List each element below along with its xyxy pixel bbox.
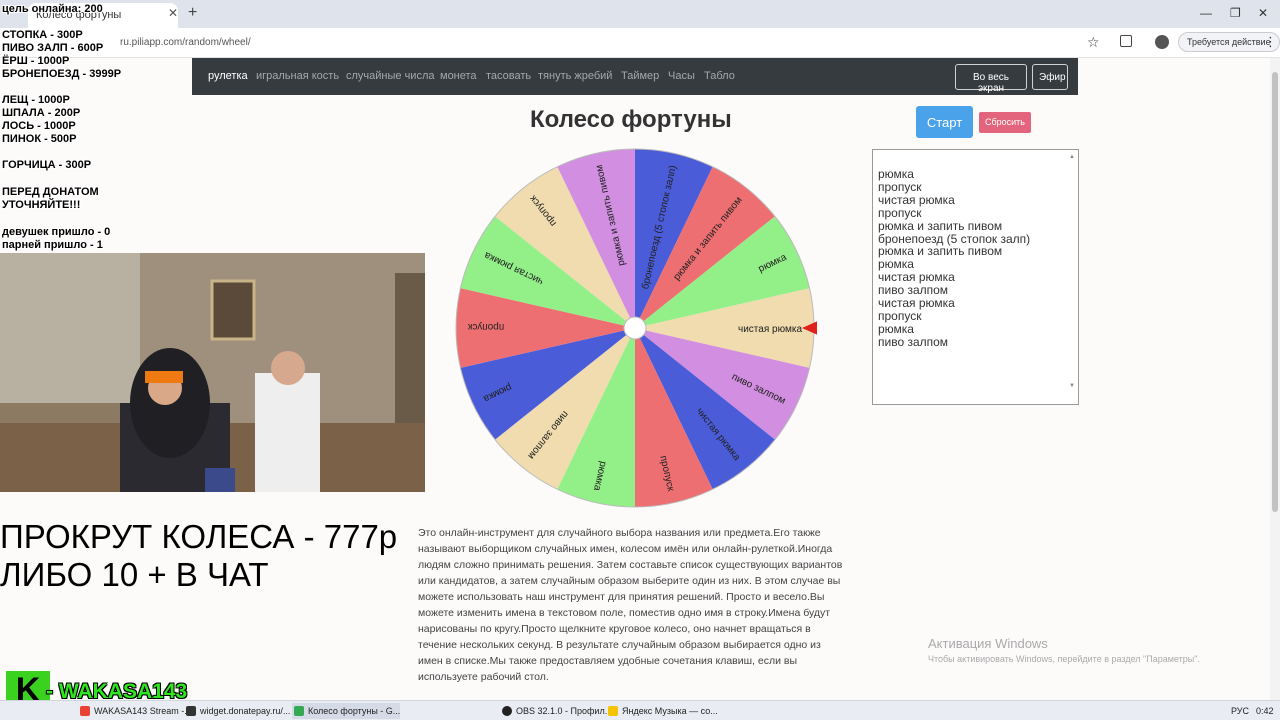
webcam-feed — [0, 253, 425, 492]
overlay-warning-1: ПЕРЕД ДОНАТОМ — [2, 186, 99, 198]
bookmark-star-icon[interactable]: ☆ — [1087, 34, 1100, 51]
live-button[interactable]: Эфир — [1032, 64, 1068, 90]
clock[interactable]: 0:42 — [1256, 706, 1274, 716]
obs-icon — [502, 706, 512, 716]
overlay-price-7: ЛОСЬ - 1000Р — [2, 120, 76, 132]
overlay-price-5: ЛЕЩ - 1000Р — [2, 94, 70, 106]
activation-text: Чтобы активировать Windows, перейдите в … — [928, 654, 1200, 664]
nav-item-clock[interactable]: Часы — [668, 70, 695, 82]
windows-activation-watermark: Активация Windows Чтобы активировать Win… — [928, 636, 1200, 664]
restore-icon[interactable]: ❐ — [1230, 6, 1241, 20]
yandex-music-icon — [608, 706, 618, 716]
nav-item-timer[interactable]: Таймер — [621, 70, 659, 82]
promo-line-2: ЛИБО 10 + В ЧАТ — [0, 556, 269, 593]
overlay-price-1: СТОПКА - 300Р — [2, 29, 83, 41]
names-list-line: пропуск — [878, 179, 922, 194]
names-list-line: рюмка — [878, 167, 914, 181]
scroll-down-icon[interactable]: ▼ — [1069, 380, 1075, 393]
nav-item-scoreboard[interactable]: Табло — [704, 70, 735, 82]
donatepay-icon — [186, 706, 196, 716]
chrome-icon — [80, 706, 90, 716]
overlay-goal: цель онлайна: 200 — [2, 3, 103, 15]
wheel-segment-label: чистая рюмка — [738, 324, 802, 335]
browser-menu-icon[interactable]: ⋮ — [1264, 34, 1277, 50]
wheel-hub — [623, 316, 647, 340]
start-button[interactable]: Старт — [916, 106, 973, 138]
description-text: Это онлайн-инструмент для случайного выб… — [418, 527, 843, 683]
names-list-line: рюмка и запить пивом — [878, 218, 1003, 233]
extensions-icon[interactable] — [1120, 35, 1132, 47]
textarea-scrollbar[interactable]: ▲ ▼ — [1068, 151, 1077, 403]
new-tab-icon[interactable]: + — [188, 4, 197, 22]
nav-item-random-numbers[interactable]: случайные числа — [346, 70, 434, 82]
overlay-price-4: БРОНЕПОЕЗД - 3999Р — [2, 68, 122, 80]
language-indicator[interactable]: РУС — [1231, 706, 1249, 716]
names-list-line: чистая рюмка — [878, 192, 955, 207]
nav-item-draw-lots[interactable]: тянуть жребий — [538, 70, 612, 82]
taskbar-item-wheel[interactable]: Колесо фортуны - G... — [292, 703, 401, 719]
chrome-icon — [294, 706, 304, 716]
fortune-wheel[interactable]: чистая рюмкапиво залпомчистая рюмкапропу… — [455, 147, 817, 509]
taskbar-item-donatepay[interactable]: widget.donatepay.ru/... — [184, 703, 290, 719]
minimize-icon[interactable]: — — [1200, 6, 1212, 20]
nav-item-roulette[interactable]: рулетка — [208, 70, 248, 82]
overlay-mustard: ГОРЧИЦА - 300Р — [2, 159, 92, 171]
close-tab-icon[interactable]: ✕ — [168, 6, 178, 20]
names-textarea[interactable]: ▲ ▼ рюмка пропуск чистая рюмка пропуск рюмка… — [872, 149, 1079, 405]
taskbar-item-obs[interactable]: OBS 32.1.0 - Профил... — [500, 703, 612, 719]
nav-item-dice[interactable]: игральная кость — [256, 70, 339, 82]
close-window-icon[interactable]: ✕ — [1258, 6, 1268, 20]
address-bar: ru.piliapp.com/random/wheel/ ☆ Требуется… — [0, 28, 1280, 58]
activation-title: Активация Windows — [928, 636, 1048, 651]
reset-button[interactable]: Сбросить — [979, 112, 1031, 133]
windows-taskbar: WAKASA143 Stream -... widget.donatepay.r… — [0, 700, 1280, 720]
overlay-price-3: ЁРШ - 1000Р — [2, 55, 70, 67]
site-navbar: рулетка игральная кость случайные числа … — [192, 58, 1078, 95]
promo-line-1: ПРОКРУТ КОЛЕСА - 777р — [0, 518, 398, 555]
scroll-up-icon[interactable]: ▲ — [1069, 151, 1075, 164]
nav-item-coin[interactable]: монета — [440, 70, 477, 82]
page-scrollbar-thumb[interactable] — [1272, 72, 1278, 512]
names-list-line: рюмка — [878, 321, 914, 336]
browser-tab-bar: Колесо фортуны ✕ + — ❐ ✕ — [0, 0, 1280, 28]
names-list-line: пропуск — [878, 308, 922, 323]
promo-wheel-price: ПРОКРУТ КОЛЕСА - 777р ЛИБО 10 + В ЧАТ — [0, 518, 397, 594]
wheel-segment-label: пропуск — [467, 321, 504, 332]
overlay-price-6: ШПАЛА - 200Р — [2, 107, 81, 119]
fullscreen-button[interactable]: Во весь экран — [955, 64, 1027, 94]
taskbar-item-yandex-music[interactable]: Яндекс Музыка — со... — [606, 703, 718, 719]
page-scrollbar[interactable] — [1270, 58, 1280, 700]
overlay-price-8: ПИНОК - 500Р — [2, 133, 77, 145]
overlay-girls-count: девушек пришло - 0 — [2, 226, 111, 238]
names-list-line: пиво залпом — [878, 334, 949, 349]
taskbar-item-stream[interactable]: WAKASA143 Stream -... — [78, 703, 192, 719]
overlay-price-2: ПИВО ЗАЛП - 600Р — [2, 42, 104, 54]
overlay-warning-2: УТОЧНЯЙТЕ!!! — [2, 199, 81, 211]
names-list-line: пропуск — [878, 205, 922, 220]
url-field[interactable]: ru.piliapp.com/random/wheel/ — [120, 37, 251, 48]
profile-avatar[interactable] — [1155, 35, 1169, 49]
overlay-guys-count: парней пришло - 1 — [2, 239, 103, 251]
webcam-image — [0, 253, 425, 492]
nav-item-shuffle[interactable]: тасовать — [486, 70, 531, 82]
page-title: Колесо фортуны — [530, 106, 732, 133]
